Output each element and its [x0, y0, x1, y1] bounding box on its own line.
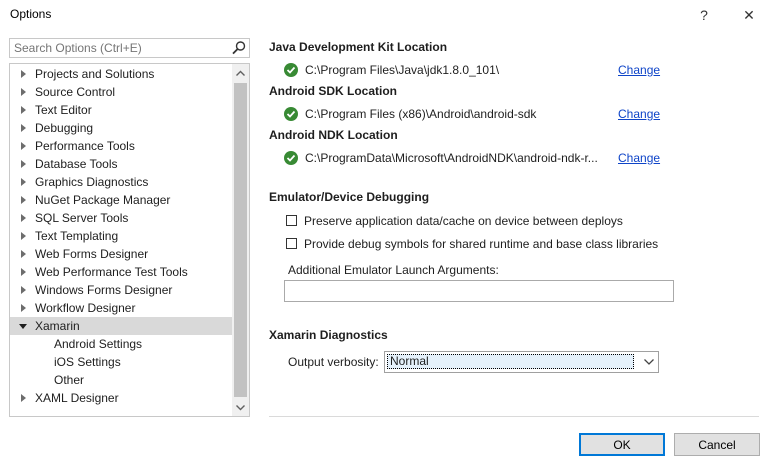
collapsed-arrow-icon[interactable] [21, 304, 26, 312]
collapsed-arrow-icon[interactable] [21, 214, 26, 222]
collapsed-arrow-icon[interactable] [21, 70, 26, 78]
footer-divider [269, 416, 759, 417]
tree-item-label: Debugging [35, 121, 94, 135]
tree-item-android-settings[interactable]: Android Settings [10, 335, 232, 353]
close-button[interactable]: ✕ [729, 0, 769, 30]
tree-item-xamarin[interactable]: Xamarin [10, 317, 232, 335]
tree-item-label: Other [54, 373, 85, 387]
collapsed-arrow-icon[interactable] [21, 196, 26, 204]
expanded-arrow-icon[interactable] [19, 324, 27, 329]
tree-item-label: Text Editor [35, 103, 92, 117]
search-input[interactable] [10, 39, 219, 57]
verbosity-select[interactable]: Normal [384, 351, 659, 373]
scroll-up-icon[interactable] [232, 64, 249, 81]
tree-item-label: Graphics Diagnostics [35, 175, 149, 189]
ndk-path: C:\ProgramData\Microsoft\AndroidNDK\andr… [305, 151, 598, 165]
options-tree: Projects and Solutions Source Control Text… [9, 63, 250, 417]
verbosity-value: Normal [387, 354, 634, 369]
jdk-path: C:\Program Files\Java\jdk1.8.0_101\ [305, 63, 500, 77]
tree-item-label: Text Templating [35, 229, 119, 243]
scroll-down-icon[interactable] [232, 399, 249, 416]
preserve-data-checkbox[interactable] [286, 215, 297, 226]
tree-item-debugging[interactable]: Debugging [10, 119, 232, 137]
collapsed-arrow-icon[interactable] [21, 250, 26, 258]
emulator-section-title: Emulator/Device Debugging [269, 190, 430, 204]
tree-item-label: iOS Settings [54, 355, 121, 369]
emulator-args-label: Additional Emulator Launch Arguments: [288, 263, 499, 277]
preserve-data-label[interactable]: Preserve application data/cache on devic… [304, 214, 623, 228]
search-icon[interactable] [231, 40, 247, 56]
tree-item-label: Xamarin [35, 319, 80, 333]
tree-item-nuget-package-manager[interactable]: NuGet Package Manager [10, 191, 232, 209]
tree-item-label: Web Performance Test Tools [35, 265, 188, 279]
close-icon: ✕ [743, 6, 755, 23]
emulator-args-input[interactable] [284, 280, 674, 302]
tree-scrollbar[interactable] [232, 64, 249, 416]
search-box [9, 38, 250, 58]
tree-item-ios-settings[interactable]: iOS Settings [10, 353, 232, 371]
tree-item-label: XAML Designer [35, 391, 119, 405]
tree-item-xaml-designer[interactable]: XAML Designer [10, 389, 232, 407]
collapsed-arrow-icon[interactable] [21, 268, 26, 276]
jdk-location-title: Java Development Kit Location [269, 40, 448, 54]
collapsed-arrow-icon[interactable] [21, 88, 26, 96]
ok-button[interactable]: OK [579, 433, 665, 456]
tree-item-web-performance-test-tools[interactable]: Web Performance Test Tools [10, 263, 232, 281]
collapsed-arrow-icon[interactable] [21, 232, 26, 240]
tree-item-label: Web Forms Designer [35, 247, 149, 261]
tree-item-label: Performance Tools [35, 139, 135, 153]
cancel-button[interactable]: Cancel [674, 433, 760, 456]
debug-symbols-label[interactable]: Provide debug symbols for shared runtime… [304, 237, 658, 251]
sdk-change-link[interactable]: Change [618, 107, 660, 121]
collapsed-arrow-icon[interactable] [21, 106, 26, 114]
tree-item-label: Source Control [35, 85, 116, 99]
tree-item-text-editor[interactable]: Text Editor [10, 101, 232, 119]
jdk-ok-icon [284, 63, 298, 77]
collapsed-arrow-icon[interactable] [21, 178, 26, 186]
verbosity-label: Output verbosity: [288, 355, 379, 369]
tree-item-performance-tools[interactable]: Performance Tools [10, 137, 232, 155]
window-title: Options [10, 7, 52, 21]
ndk-location-title: Android NDK Location [269, 128, 398, 142]
tree-item-label: NuGet Package Manager [35, 193, 171, 207]
tree-item-sql-server-tools[interactable]: SQL Server Tools [10, 209, 232, 227]
tree-item-text-templating[interactable]: Text Templating [10, 227, 232, 245]
sdk-ok-icon [284, 107, 298, 121]
tree-item-label: Database Tools [35, 157, 118, 171]
ndk-ok-icon [284, 151, 298, 165]
tree-item-workflow-designer[interactable]: Workflow Designer [10, 299, 232, 317]
debug-symbols-checkbox[interactable] [286, 238, 297, 249]
tree-item-label: SQL Server Tools [35, 211, 129, 225]
diagnostics-section-title: Xamarin Diagnostics [269, 328, 388, 342]
tree-item-web-forms-designer[interactable]: Web Forms Designer [10, 245, 232, 263]
ndk-change-link[interactable]: Change [618, 151, 660, 165]
collapsed-arrow-icon[interactable] [21, 394, 26, 402]
tree-item-label: Windows Forms Designer [35, 283, 173, 297]
tree-item-projects-and-solutions[interactable]: Projects and Solutions [10, 65, 232, 83]
sdk-path: C:\Program Files (x86)\Android\android-s… [305, 107, 537, 121]
tree-item-database-tools[interactable]: Database Tools [10, 155, 232, 173]
help-icon: ? [700, 7, 708, 23]
scroll-thumb[interactable] [234, 83, 247, 397]
help-button[interactable]: ? [684, 0, 724, 30]
jdk-change-link[interactable]: Change [618, 63, 660, 77]
tree-item-other[interactable]: Other [10, 371, 232, 389]
collapsed-arrow-icon[interactable] [21, 286, 26, 294]
sdk-location-title: Android SDK Location [269, 84, 397, 98]
tree-item-label: Projects and Solutions [35, 67, 155, 81]
tree-item-label: Workflow Designer [35, 301, 136, 315]
collapsed-arrow-icon[interactable] [21, 142, 26, 150]
chevron-down-icon [644, 359, 654, 365]
tree-item-graphics-diagnostics[interactable]: Graphics Diagnostics [10, 173, 232, 191]
tree-item-source-control[interactable]: Source Control [10, 83, 232, 101]
tree-item-label: Android Settings [54, 337, 143, 351]
collapsed-arrow-icon[interactable] [21, 124, 26, 132]
title-bar: Options ? ✕ [0, 0, 769, 30]
collapsed-arrow-icon[interactable] [21, 160, 26, 168]
tree-item-windows-forms-designer[interactable]: Windows Forms Designer [10, 281, 232, 299]
